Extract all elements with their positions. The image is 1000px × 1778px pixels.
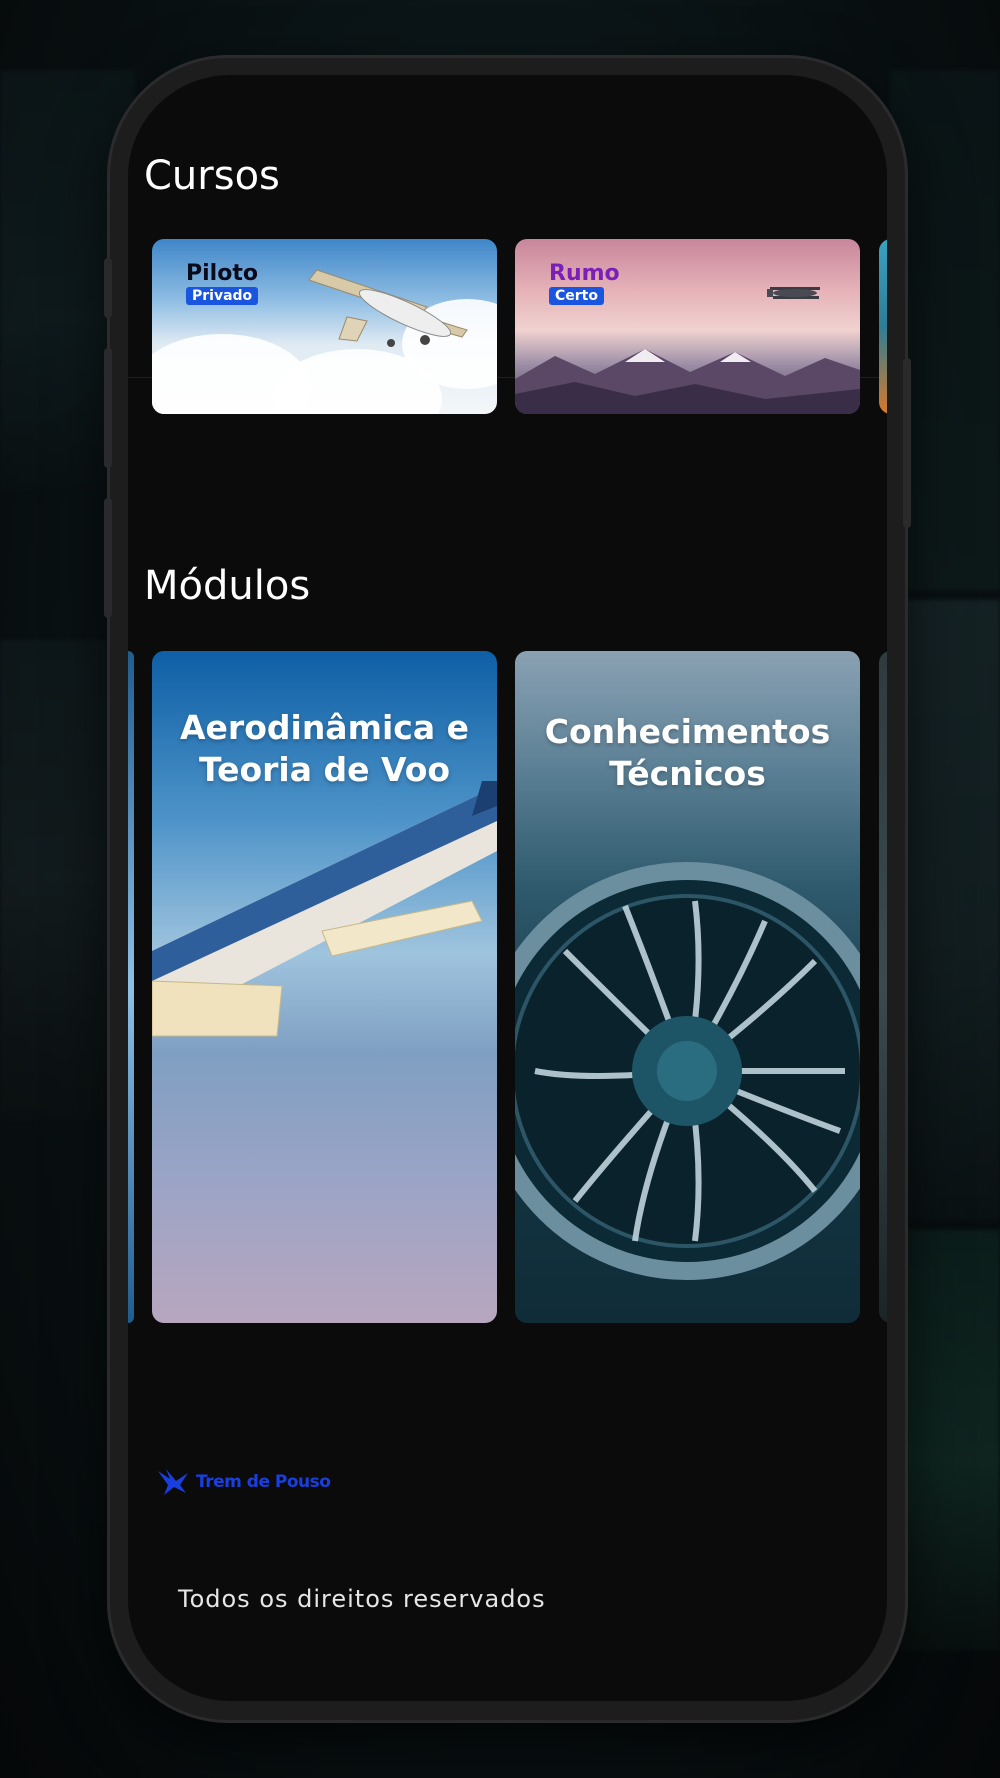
phone-power-button bbox=[903, 358, 911, 528]
modulo-title-line: Conhecimentos bbox=[544, 712, 831, 751]
rumo-certo-logo: Rumo Certo bbox=[549, 263, 620, 305]
modulo-card-conhecimentos-tecnicos[interactable]: Conhecimentos Técnicos bbox=[515, 651, 860, 1323]
airplane-icon bbox=[308, 269, 468, 347]
biplane-icon bbox=[767, 287, 820, 299]
trem-de-pouso-logo-icon bbox=[158, 1469, 188, 1495]
brand-subtitle: Privado bbox=[186, 287, 259, 305]
modulo-card-aerodinamica[interactable]: Aerodinâmica e Teoria de Voo bbox=[152, 651, 497, 1323]
piloto-privado-logo: Piloto Privado bbox=[186, 261, 259, 305]
modulo-title-line: Técnicos bbox=[609, 754, 766, 793]
curso-card-rumo-certo[interactable]: Rumo Certo bbox=[515, 239, 860, 414]
modulo-card-partial-right[interactable] bbox=[879, 651, 887, 1323]
footer-logo[interactable]: Trem de Pouso bbox=[156, 1467, 331, 1497]
modulo-card-partial-left[interactable] bbox=[128, 651, 134, 1323]
footer-logo-text: Trem de Pouso bbox=[196, 1472, 331, 1492]
brand-title: Rumo bbox=[549, 261, 620, 286]
modulo-card-title: Conhecimentos Técnicos bbox=[515, 711, 860, 795]
phone-mockup: Cursos Piloto Privado Rumo Certo Módulos… bbox=[104, 58, 911, 1720]
brand-subtitle: Certo bbox=[549, 287, 604, 305]
phone-volume-up-button bbox=[104, 348, 112, 468]
app-screen: Cursos Piloto Privado Rumo Certo Módulos… bbox=[128, 75, 887, 1701]
brand-title: Piloto bbox=[186, 261, 258, 286]
curso-card-piloto-privado[interactable]: Piloto Privado bbox=[152, 239, 497, 414]
modulo-card-title: Aerodinâmica e Teoria de Voo bbox=[152, 707, 497, 791]
curso-card-partial[interactable] bbox=[879, 239, 887, 414]
copyright-text: Todos os direitos reservados bbox=[178, 1585, 546, 1613]
phone-volume-down-button bbox=[104, 498, 112, 618]
cursos-section-title: Cursos bbox=[144, 153, 280, 199]
airplane-wing-image bbox=[152, 781, 497, 1037]
jet-engine-image bbox=[515, 862, 860, 1280]
modulos-section-title: Módulos bbox=[144, 563, 311, 609]
background-image-left-middle bbox=[0, 640, 125, 1120]
modulo-title-line: Aerodinâmica e bbox=[180, 708, 469, 747]
phone-side-button bbox=[104, 258, 112, 318]
mountains-shape bbox=[515, 349, 860, 414]
